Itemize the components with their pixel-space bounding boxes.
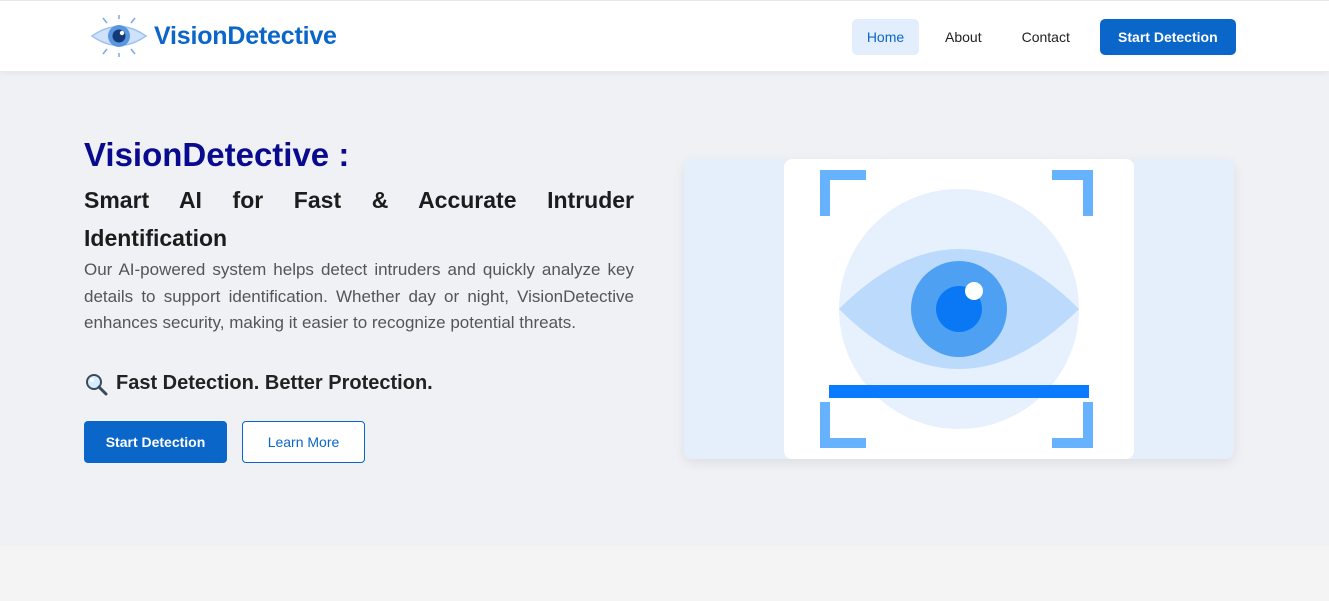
hero-text: VisionDetective : Smart AI for Fast & Ac… xyxy=(84,135,634,463)
nav-links: Home About Contact Start Detection xyxy=(852,19,1236,55)
brand-name: VisionDetective xyxy=(154,21,337,50)
nav-item-about[interactable]: About xyxy=(931,19,996,55)
nav-item-contact[interactable]: Contact xyxy=(1008,19,1084,55)
magnifying-glass-icon xyxy=(86,373,108,395)
hero-illustration-card xyxy=(684,159,1234,459)
hero-subtitle: Smart AI for Fast & Accurate Intruder Id… xyxy=(84,187,634,251)
illustration-frame xyxy=(784,159,1134,459)
start-detection-button[interactable]: Start Detection xyxy=(84,420,227,463)
tagline-text: Fast Detection. Better Protection. xyxy=(116,372,433,394)
hero-section: VisionDetective : Smart AI for Fast & Ac… xyxy=(0,71,1329,546)
brand-home-link[interactable]: VisionDetective xyxy=(90,15,337,57)
eye-scan-icon xyxy=(820,170,1093,448)
hero-description: Our AI-powered system helps detect intru… xyxy=(84,260,634,332)
lower-section xyxy=(0,546,1329,601)
nav-item-home[interactable]: Home xyxy=(852,19,919,55)
nav-start-detection-button[interactable]: Start Detection xyxy=(1099,19,1236,55)
tagline: Fast Detection. Better Protection. xyxy=(84,372,634,396)
navbar: VisionDetective Home About Contact Start… xyxy=(0,0,1329,71)
learn-more-button[interactable]: Learn More xyxy=(242,420,365,463)
hero-title: VisionDetective : xyxy=(84,136,350,173)
eye-circuit-icon xyxy=(90,15,148,57)
hero-buttons: Start Detection Learn More xyxy=(84,420,634,463)
